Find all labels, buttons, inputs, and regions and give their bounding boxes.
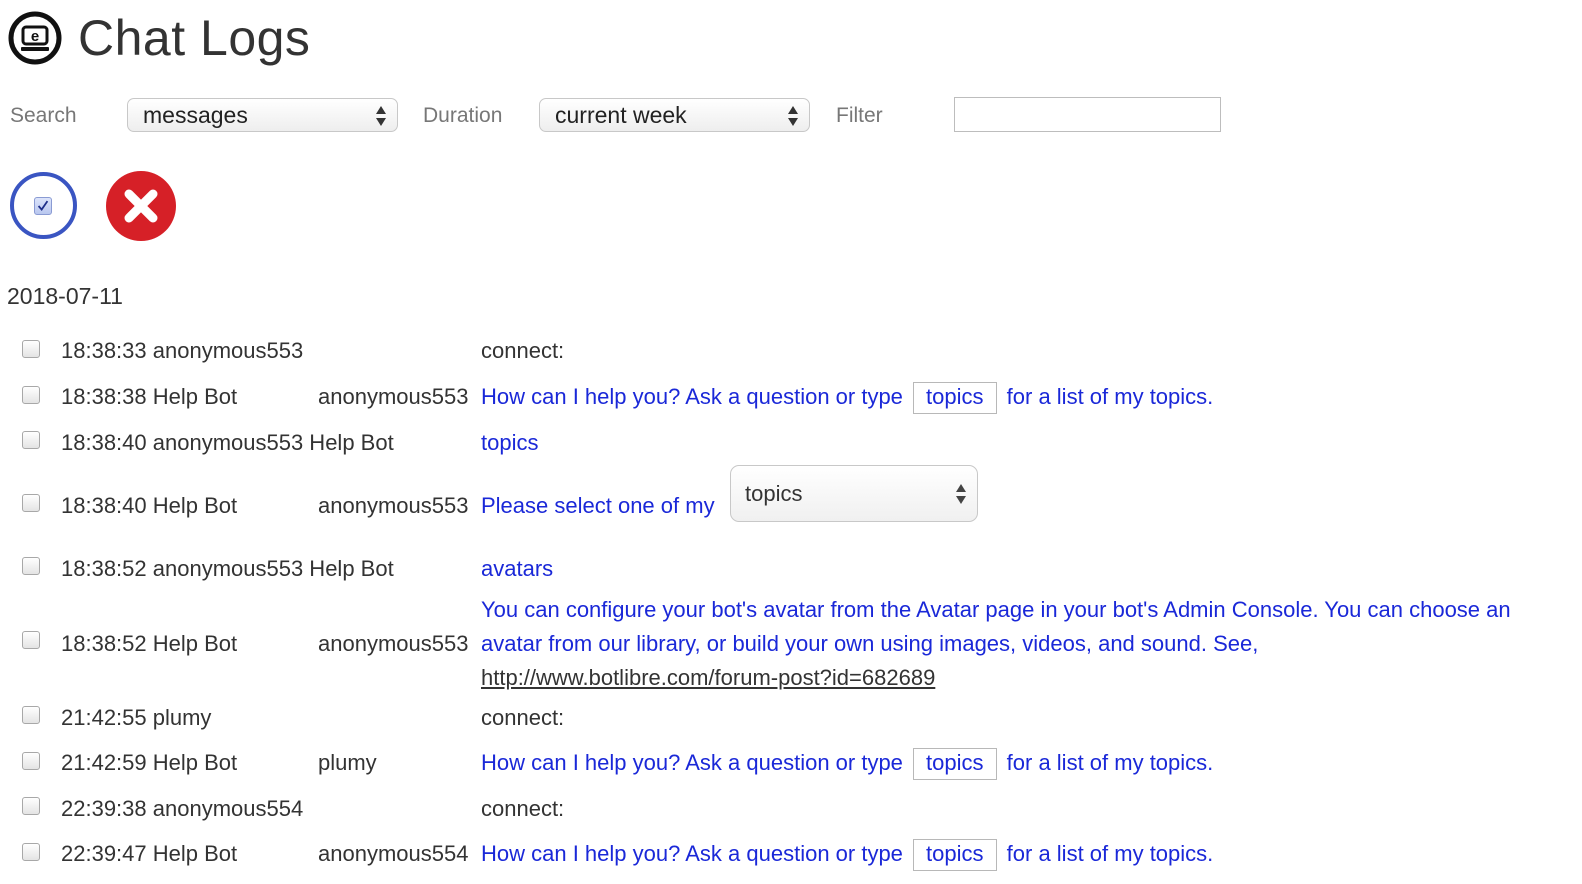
row-checkbox[interactable] [22, 557, 40, 575]
e-logo-icon: e [8, 11, 62, 65]
row-checkbox[interactable] [22, 386, 40, 404]
row-message: avatars [481, 556, 554, 581]
row-checkbox[interactable] [22, 494, 40, 512]
log-row: 18:38:52 Help Bot anonymous553 You can c… [0, 594, 1582, 694]
row-checkbox[interactable] [22, 431, 40, 449]
select-all-checkbox-icon [34, 197, 52, 215]
row-message-text: You can configure your bot's avatar from… [481, 597, 1511, 656]
select-all-button[interactable] [10, 172, 77, 239]
topics-button[interactable]: topics [913, 748, 997, 780]
row-checkbox[interactable] [22, 797, 40, 815]
topics-button[interactable]: topics [913, 839, 997, 871]
row-time-speaker: 21:42:59 Help Bot [61, 750, 238, 775]
row-message: You can configure your bot's avatar from… [481, 593, 1571, 695]
row-message: Please select one of my [481, 493, 715, 518]
row-time-speaker: 22:39:38 anonymous554 [61, 796, 304, 821]
row-message-text: for a list of my topics. [1006, 841, 1214, 866]
row-target: plumy [318, 750, 377, 775]
row-message-text: How can I help you? Ask a question or ty… [481, 384, 903, 409]
row-message-text: How can I help you? Ask a question or ty… [481, 750, 903, 775]
row-checkbox[interactable] [22, 631, 40, 649]
duration-select-value: current week [555, 101, 687, 128]
row-checkbox[interactable] [22, 340, 40, 358]
filter-label: Filter [836, 104, 883, 127]
row-checkbox[interactable] [22, 706, 40, 724]
topics-button[interactable]: topics [913, 382, 997, 414]
row-message: connect: [481, 338, 565, 363]
row-target: anonymous553 [318, 493, 469, 518]
search-label: Search [10, 104, 77, 127]
log-date-heading: 2018-07-11 [7, 283, 123, 309]
row-time-speaker: 18:38:33 anonymous553 [61, 338, 304, 363]
svg-text:e: e [31, 28, 39, 45]
row-target: anonymous554 [318, 841, 469, 866]
select-arrows-icon [956, 484, 966, 504]
log-controls: Search messages Duration current week Fi… [10, 96, 1310, 136]
row-message: connect: [481, 705, 565, 730]
row-time-speaker: 18:38:40 anonymous553 Help Bot [61, 430, 394, 455]
row-message-text: for a list of my topics. [1006, 384, 1214, 409]
row-message: How can I help you? Ask a question or ty… [481, 382, 1213, 414]
row-target: anonymous553 [318, 384, 469, 409]
row-target: anonymous553 [318, 631, 469, 656]
delete-button[interactable] [106, 171, 176, 241]
row-message: topics [481, 430, 539, 455]
row-time-speaker: 22:39:47 Help Bot [61, 841, 238, 866]
row-time-speaker: 21:42:55 plumy [61, 705, 212, 730]
row-message-text: How can I help you? Ask a question or ty… [481, 841, 903, 866]
duration-select[interactable]: current week [539, 98, 810, 132]
topics-select[interactable]: topics [730, 465, 978, 522]
search-select[interactable]: messages [127, 98, 398, 132]
row-message: connect: [481, 796, 565, 821]
row-time-speaker: 18:38:52 anonymous553 Help Bot [61, 556, 394, 581]
row-message: How can I help you? Ask a question or ty… [481, 748, 1213, 780]
row-checkbox[interactable] [22, 843, 40, 861]
row-message-text: for a list of my topics. [1006, 750, 1214, 775]
row-checkbox[interactable] [22, 752, 40, 770]
topics-select-value: topics [745, 480, 803, 506]
row-time-speaker: 18:38:52 Help Bot [61, 631, 238, 656]
search-select-value: messages [143, 101, 248, 128]
page-title: Chat Logs [78, 10, 311, 66]
forum-post-link[interactable]: http://www.botlibre.com/forum-post?id=68… [481, 665, 935, 690]
select-arrows-icon [376, 106, 386, 126]
row-message: How can I help you? Ask a question or ty… [481, 839, 1213, 871]
delete-x-icon [124, 189, 158, 223]
select-arrows-icon [788, 106, 798, 126]
page-header: e Chat Logs [8, 6, 310, 70]
row-time-speaker: 18:38:38 Help Bot [61, 384, 238, 409]
duration-label: Duration [423, 104, 503, 127]
row-time-speaker: 18:38:40 Help Bot [61, 493, 238, 518]
filter-input[interactable] [954, 97, 1221, 132]
